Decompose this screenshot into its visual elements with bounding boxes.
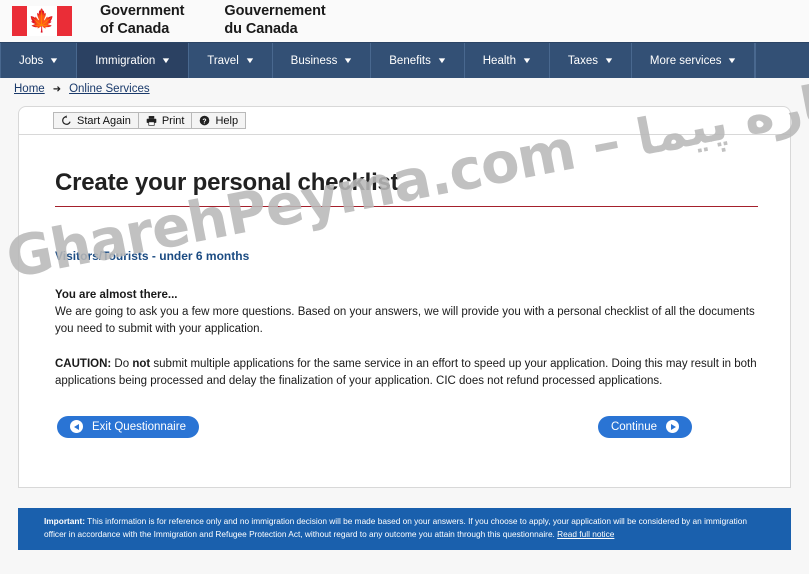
main-navigation: Jobs ▼ Immigration ▼ Travel ▼ Business ▼… <box>0 42 809 78</box>
chevron-down-icon: ▼ <box>521 55 533 65</box>
wordmark-french: Gouvernement du Canada <box>224 3 325 38</box>
exit-questionnaire-button[interactable]: Exit Questionnaire <box>57 415 199 438</box>
nav-item-jobs[interactable]: Jobs ▼ <box>0 43 78 78</box>
category-subtitle: Visitors/Tourists - under 6 months <box>55 249 250 263</box>
nav-item-label: Jobs <box>19 54 44 67</box>
intro-paragraph: We are going to ask you a few more quest… <box>55 306 755 335</box>
nav-item-health[interactable]: Health ▼ <box>465 43 550 78</box>
exit-questionnaire-label: Exit Questionnaire <box>92 420 186 433</box>
nav-item-travel[interactable]: Travel ▼ <box>189 43 273 78</box>
chevron-down-icon: ▼ <box>436 55 448 65</box>
canada-flag-icon: 🍁 <box>12 6 72 36</box>
wordmark-english-line2: of Canada <box>100 21 170 37</box>
chevron-down-icon: ▼ <box>160 55 172 65</box>
important-notice: Important: This information is for refer… <box>18 508 791 550</box>
breadcrumb-link-home[interactable]: Home <box>14 83 45 95</box>
nav-item-label: Travel <box>207 54 239 67</box>
nav-item-label: Benefits <box>389 54 431 67</box>
page-root: 🍁 Government of Canada Gouvernement du C… <box>0 0 809 574</box>
caution-text-part2: submit multiple applications for the sam… <box>55 358 757 388</box>
nav-item-label: Business <box>290 54 338 67</box>
breadcrumb-arrow-icon: ➜ <box>52 83 62 95</box>
chevron-down-icon: ▼ <box>48 55 60 65</box>
site-header: 🍁 Government of Canada Gouvernement du C… <box>0 0 809 42</box>
caution-label: CAUTION: <box>55 358 112 371</box>
page-title: Create your personal checklist <box>55 169 399 196</box>
notice-label: Important: <box>44 516 86 526</box>
nav-filler <box>755 43 809 78</box>
nav-item-business[interactable]: Business ▼ <box>273 43 372 78</box>
nav-item-label: Health <box>482 54 516 67</box>
read-full-notice-link[interactable]: Read full notice <box>557 529 614 539</box>
nav-item-taxes[interactable]: Taxes ▼ <box>550 43 632 78</box>
wordmark-french-line1: Gouvernement <box>224 3 326 20</box>
caution-paragraph: CAUTION: Do not submit multiple applicat… <box>55 356 758 389</box>
continue-label: Continue <box>610 420 657 433</box>
start-again-label: Start Again <box>77 114 131 127</box>
checklist-body: Create your personal checklist Visitors/… <box>19 135 790 438</box>
help-label: Help <box>215 114 239 127</box>
navigation-buttons: Exit Questionnaire Continue <box>55 415 758 438</box>
breadcrumb: Home ➜ Online Services <box>0 78 809 100</box>
wordmark-english: Government of Canada <box>100 3 185 38</box>
wordmark-french-line2: du Canada <box>224 21 298 37</box>
action-toolbar: Start Again Print ? Help <box>19 107 790 135</box>
chevron-down-icon: ▼ <box>727 55 738 65</box>
svg-text:?: ? <box>203 118 207 125</box>
nav-item-more-services[interactable]: More services ▼ <box>632 43 756 78</box>
arrow-left-icon <box>70 420 83 434</box>
nav-item-label: Taxes <box>567 54 598 67</box>
caution-bold-word: not <box>132 358 151 371</box>
help-button[interactable]: ? Help <box>191 112 247 129</box>
refresh-icon <box>61 115 72 126</box>
nav-item-benefits[interactable]: Benefits ▼ <box>371 43 465 78</box>
print-label: Print <box>161 114 185 127</box>
nav-item-label: More services <box>649 54 722 67</box>
start-again-button[interactable]: Start Again <box>53 112 139 129</box>
title-underline <box>55 206 758 207</box>
help-icon: ? <box>199 115 210 126</box>
notice-text: This information is for reference only a… <box>44 516 747 540</box>
lead-heading: You are almost there... <box>55 289 178 301</box>
nav-item-immigration[interactable]: Immigration ▼ <box>77 43 190 78</box>
arrow-right-icon <box>666 420 679 434</box>
chevron-down-icon: ▼ <box>342 55 354 65</box>
chevron-down-icon: ▼ <box>603 55 615 65</box>
wordmark-english-line1: Government <box>100 3 185 20</box>
content-panel: Start Again Print ? Help Create your per… <box>18 106 791 488</box>
nav-item-label: Immigration <box>95 54 156 67</box>
print-button[interactable]: Print <box>137 112 193 129</box>
continue-button[interactable]: Continue <box>597 415 692 438</box>
chevron-down-icon: ▼ <box>244 55 256 65</box>
printer-icon <box>146 115 157 126</box>
wordmark-group: Government of Canada Gouvernement du Can… <box>100 3 326 38</box>
maple-leaf-icon: 🍁 <box>28 8 56 33</box>
caution-text-part1: Do <box>111 358 133 371</box>
breadcrumb-link-online-services[interactable]: Online Services <box>69 83 150 95</box>
